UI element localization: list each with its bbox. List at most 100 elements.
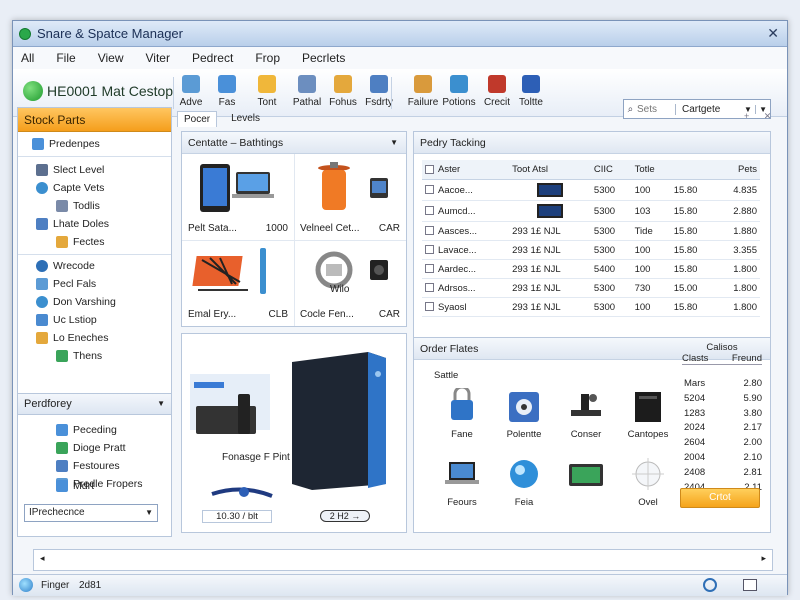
globe-icon <box>36 296 48 308</box>
search-input[interactable] <box>636 103 675 115</box>
column-header[interactable]: Toot Atsl <box>509 160 591 180</box>
column-header[interactable]: Pets <box>715 160 760 180</box>
row-checkbox[interactable] <box>425 283 434 293</box>
product-card[interactable]: Emal Ery... CLB <box>188 246 288 320</box>
toolbar-button[interactable]: Pathal <box>289 73 325 108</box>
table-row[interactable]: Aardec... 293 1£ NJL 5400 100 15.80 1.800 <box>422 259 760 279</box>
row-checkbox[interactable] <box>425 245 434 255</box>
clock-icon[interactable] <box>703 578 717 592</box>
table-row[interactable]: Adrsos... 293 1£ NJL 5300 730 15.00 1.800 <box>422 278 760 298</box>
toolbar-button[interactable]: Tont <box>249 73 285 108</box>
checkbox[interactable] <box>425 164 434 174</box>
scroll-left-icon[interactable]: ◂ <box>40 553 45 564</box>
toolbar-button[interactable]: Potions <box>441 73 477 108</box>
category-select[interactable]: Cartgete <box>674 103 744 115</box>
feature-right-badge[interactable]: 2 H2 → <box>320 510 370 522</box>
menu-item-pedrect[interactable]: Pedrect <box>192 51 233 65</box>
toolbar-button[interactable]: Fohus <box>325 73 361 108</box>
row-checkbox[interactable] <box>425 226 434 236</box>
column-header[interactable]: CIIC <box>590 160 632 180</box>
sidebar-item[interactable]: Festoures <box>56 460 120 472</box>
sidebar-item[interactable]: Capte Vets <box>36 182 104 194</box>
row-checkbox[interactable] <box>425 185 434 195</box>
tab-levels[interactable]: Levels <box>225 111 266 127</box>
sidebar-item-label: Festoures <box>73 460 120 472</box>
sidebar-item[interactable]: Thens <box>56 350 102 362</box>
close-button[interactable]: ✕ <box>767 25 779 42</box>
toolbar-button[interactable]: Toltte <box>513 73 549 108</box>
tab-actions[interactable]: + ✕ <box>744 111 777 122</box>
product-card[interactable]: Velneel Cet... CAR <box>300 162 400 234</box>
window-icon[interactable] <box>743 579 757 591</box>
row-checkbox[interactable] <box>425 302 434 312</box>
sidebar-item[interactable]: Fectes <box>56 236 105 248</box>
menu-item-all[interactable]: All <box>21 51 34 65</box>
toolbar-button[interactable]: Adve <box>173 73 209 108</box>
table-cell: 5300 <box>590 297 632 317</box>
order-item[interactable]: Polentte <box>496 388 552 440</box>
sidebar-item[interactable]: Don Varshing <box>36 296 116 308</box>
table-row[interactable]: Aasces... 293 1£ NJL 5300 Tide 15.80 1.880 <box>422 221 760 241</box>
wrench-icon <box>414 75 432 93</box>
orders-action-button[interactable]: Crtot <box>680 488 760 508</box>
feature-left-badge[interactable]: 10.30 / blt <box>202 510 272 523</box>
tab-pocer[interactable]: Pocer <box>177 111 218 127</box>
sidebar-item[interactable]: Predenpes <box>32 138 100 150</box>
row-checkbox[interactable] <box>425 264 434 274</box>
toolbar-button[interactable]: Fas <box>209 73 245 108</box>
order-item[interactable]: Feia <box>496 456 552 508</box>
column-header[interactable]: Aster <box>422 160 510 180</box>
table-row[interactable]: Aumcd... 5300 103 15.80 2.880 <box>422 200 760 222</box>
list-icon <box>36 278 48 290</box>
table-row[interactable]: Aacoe... 5300 100 15.80 4.835 <box>422 179 760 201</box>
table-row[interactable]: Syaosl 293 1£ NJL 5300 100 15.80 1.800 <box>422 297 760 317</box>
sidebar-item[interactable]: Wrecode <box>36 260 95 272</box>
row-checkbox[interactable] <box>425 206 434 216</box>
toolbar-button-label: Pathal <box>292 97 322 108</box>
toolbar-divider <box>391 77 392 109</box>
menu-item-pecrlets[interactable]: Pecrlets <box>302 51 345 65</box>
order-item[interactable]: Conser <box>558 388 614 440</box>
cell-value: Aasces... <box>438 225 478 237</box>
order-item[interactable]: Ovel <box>620 456 676 508</box>
column-header[interactable] <box>670 160 716 180</box>
sidebar-item[interactable]: Slect Level <box>36 164 104 176</box>
chevron-down-icon[interactable]: ▼ <box>390 138 398 147</box>
toolbar-button-label: Fsdrty <box>365 97 393 108</box>
product-card[interactable]: Pelt Sata... 1000 <box>188 162 288 234</box>
sidebar-item[interactable]: Pecl Fals <box>36 278 96 290</box>
menu-item-view[interactable]: View <box>98 51 124 65</box>
menu-item-frop[interactable]: Frop <box>255 51 280 65</box>
sidebar-item[interactable]: Mdrt <box>56 480 94 492</box>
product-card[interactable]: Wilo Cocle Fen... CAR <box>300 246 400 320</box>
order-item[interactable] <box>558 456 614 497</box>
sidebar-item[interactable]: Lhate Doles <box>36 218 109 230</box>
sidebar-item-label: Predenpes <box>49 138 100 150</box>
order-item[interactable]: Fane <box>434 385 490 440</box>
menu-item-file[interactable]: File <box>56 51 75 65</box>
sidebar-item[interactable]: Peceding <box>56 424 117 436</box>
cell-value: 293 1£ NJL <box>512 301 561 313</box>
sidebar-section-header[interactable]: Perdforey ▼ <box>18 393 171 415</box>
order-item[interactable]: Cantopes <box>620 388 676 440</box>
sidebar-dropdown[interactable]: IPrechecnce ▼ <box>24 504 158 522</box>
sidebar-item[interactable]: Uc Lstiop <box>36 314 97 326</box>
menu-item-viter[interactable]: Viter <box>145 51 169 65</box>
laptop-icon <box>445 462 479 484</box>
horizontal-scrollbar[interactable]: ◂ ▸ <box>33 549 773 571</box>
scroll-right-icon[interactable]: ▸ <box>761 553 766 564</box>
cell-value: 5400 <box>593 263 616 275</box>
column-header[interactable]: Totle <box>631 160 671 180</box>
table-row[interactable]: Lavace... 293 1£ NJL 5300 100 15.80 3.355 <box>422 240 760 260</box>
toolbar-button[interactable]: Failure <box>405 73 441 108</box>
tracking-panel: Pedry Tacking Aster Toot Atsl CIIC Totle… <box>413 131 771 347</box>
cell-value: Aacoe... <box>438 184 473 196</box>
order-item[interactable]: Feours <box>434 456 490 508</box>
toolbar-button[interactable]: Crecit <box>479 73 515 108</box>
chevron-down-icon[interactable]: ▼ <box>157 399 165 408</box>
sidebar-item[interactable]: Todlis <box>56 200 100 212</box>
sidebar-item[interactable]: Lo Eneches <box>36 332 108 344</box>
table-row: 1283 3.80 <box>684 408 762 423</box>
sidebar-item[interactable]: Dioge Pratt <box>56 442 126 454</box>
cell-value: 1283 <box>684 407 706 419</box>
